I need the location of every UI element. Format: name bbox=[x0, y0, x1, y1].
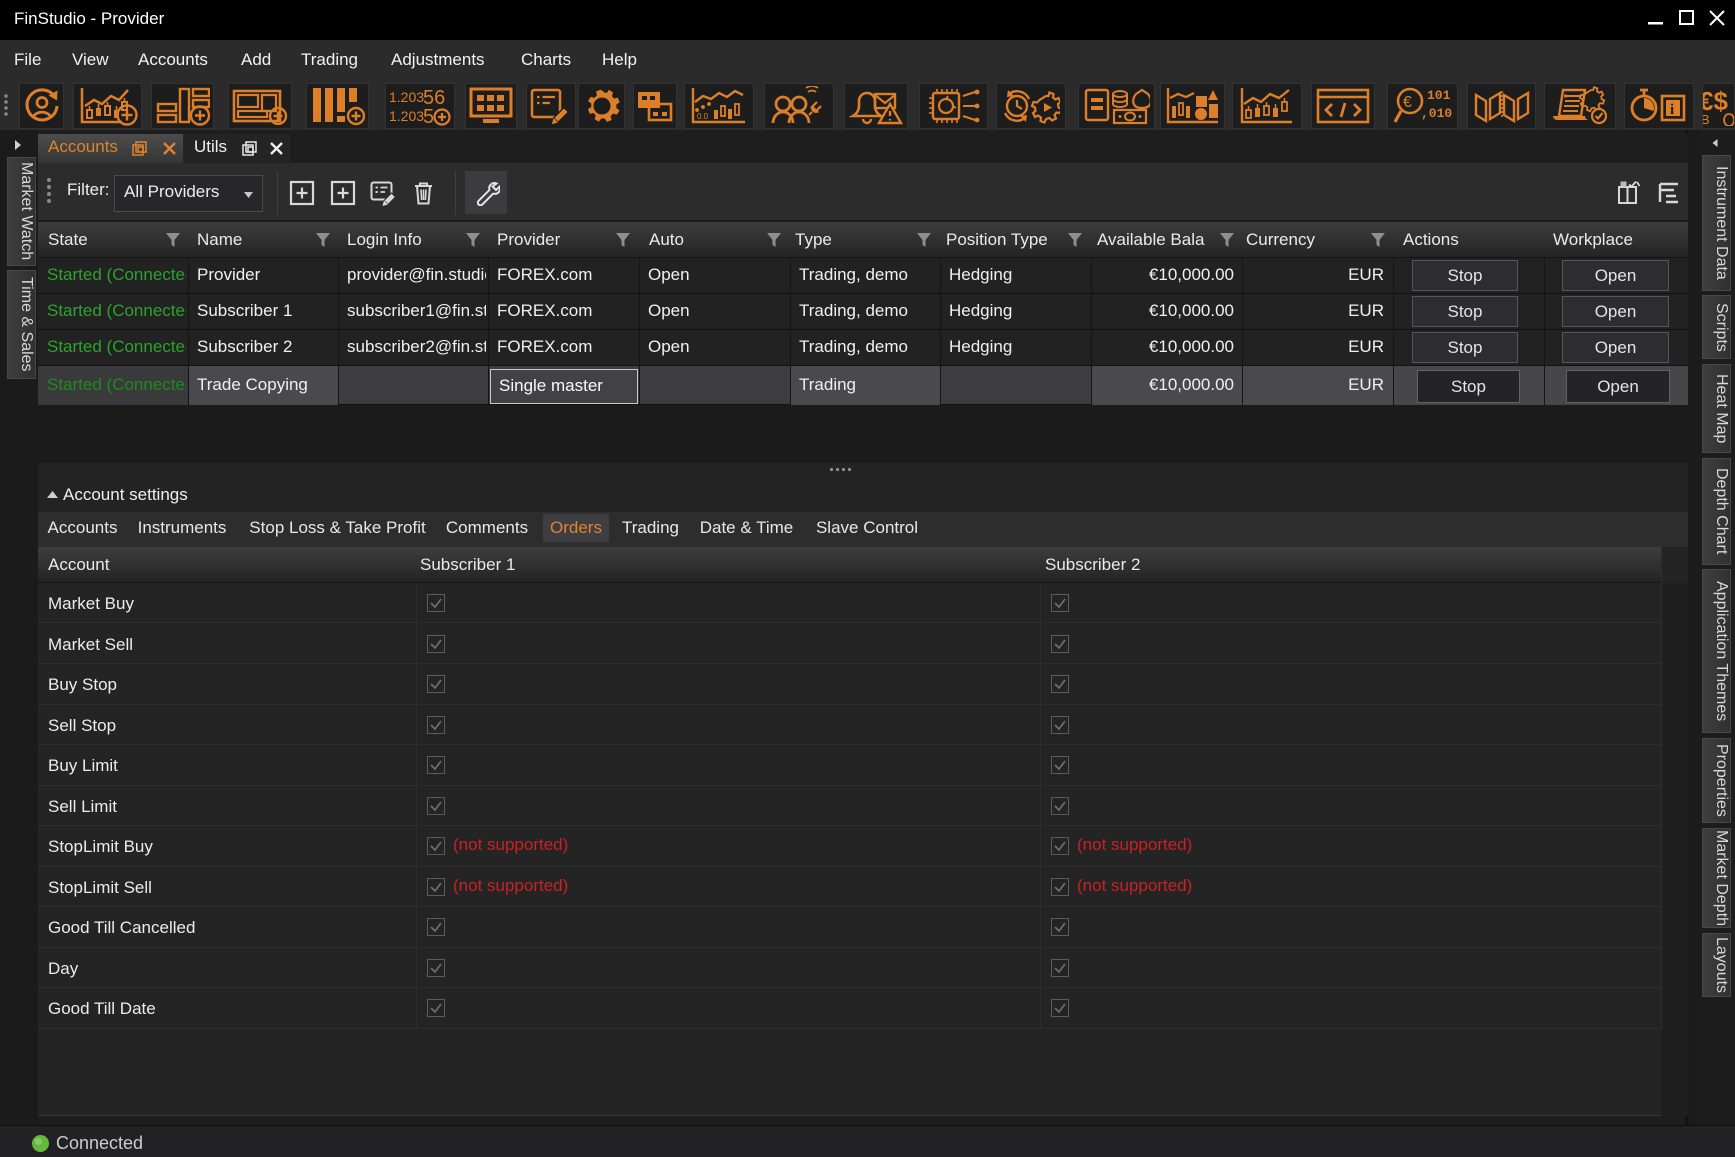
svg-text:101: 101 bbox=[1427, 88, 1451, 103]
svg-text:5: 5 bbox=[423, 106, 434, 126]
svg-text:B: B bbox=[1702, 112, 1709, 126]
svg-text:1.203: 1.203 bbox=[389, 89, 424, 105]
svg-text:€: € bbox=[1403, 94, 1412, 111]
svg-text:i: i bbox=[1670, 102, 1674, 118]
svg-text:1.203: 1.203 bbox=[389, 108, 424, 124]
svg-text:,010: ,010 bbox=[1421, 106, 1452, 121]
svg-text:0.0: 0.0 bbox=[697, 112, 709, 121]
